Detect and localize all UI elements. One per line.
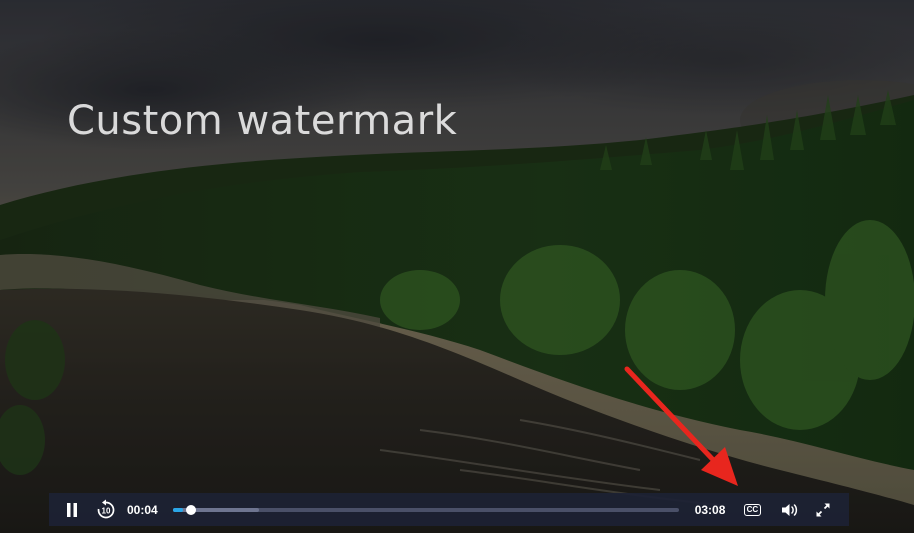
watermark-text: Custom watermark: [67, 98, 458, 144]
progress-handle[interactable]: [186, 504, 197, 515]
progress-bar[interactable]: [172, 503, 679, 517]
progress-played: [172, 507, 184, 512]
duration-time: 03:08: [694, 502, 726, 517]
volume-icon: [782, 503, 798, 516]
current-time: 00:04: [127, 502, 158, 517]
rewind-seconds-label: 10: [102, 506, 111, 515]
pause-icon: [67, 502, 77, 517]
fullscreen-icon: [816, 503, 830, 516]
rewind-10-icon: 10: [97, 499, 115, 518]
fullscreen-button[interactable]: [812, 499, 834, 521]
pause-button[interactable]: [61, 499, 83, 521]
rewind-10-button[interactable]: 10: [95, 499, 117, 521]
video-frame[interactable]: [0, 0, 914, 533]
volume-button[interactable]: [779, 499, 801, 521]
control-bar: 10 00:04 03:08 CC: [49, 493, 849, 526]
cc-icon: CC: [743, 503, 762, 516]
video-player[interactable]: Custom watermark 10 00:04 03:08 CC: [0, 0, 914, 533]
cc-button[interactable]: CC: [740, 499, 764, 521]
